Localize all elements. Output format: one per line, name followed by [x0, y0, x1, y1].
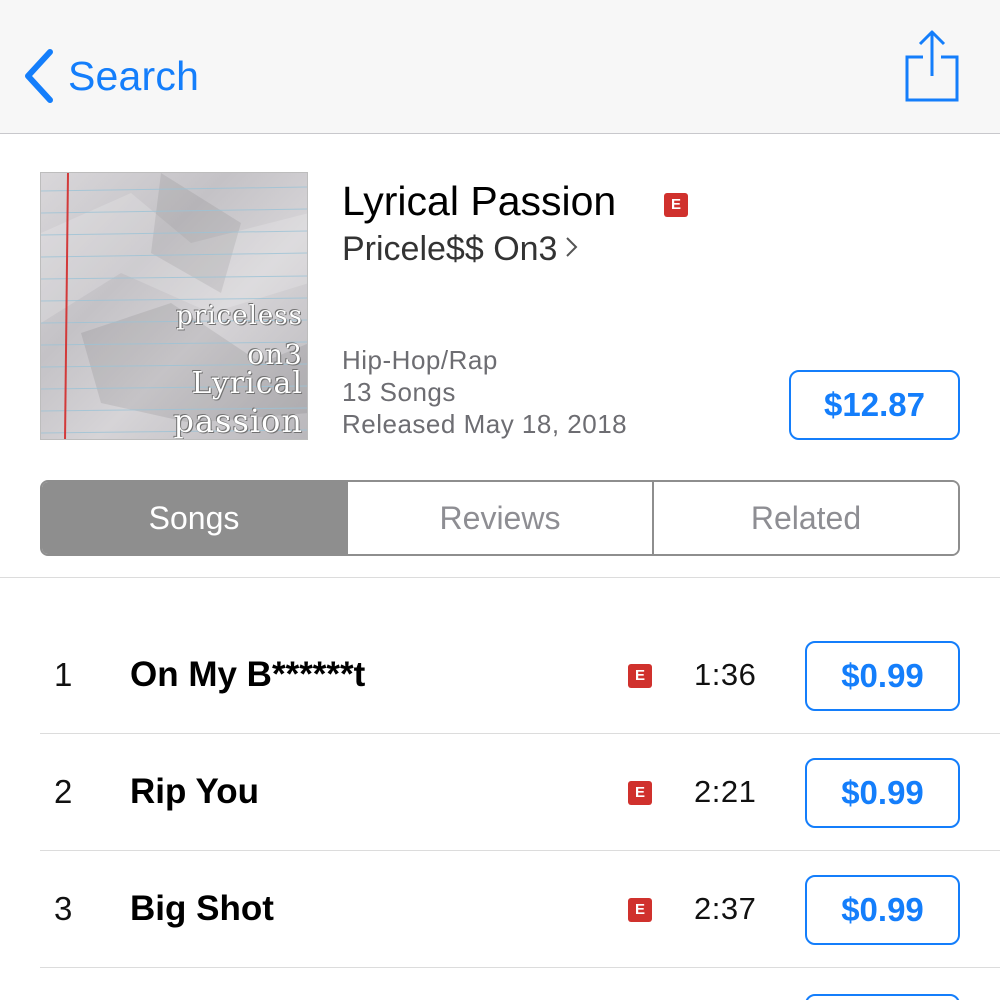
- share-button[interactable]: [902, 28, 962, 104]
- album-song-count: 13 Songs: [342, 377, 456, 407]
- explicit-badge: E: [628, 664, 652, 688]
- chevron-left-icon: [22, 48, 56, 104]
- track-row[interactable]: 3 Big Shot E 2:37 $0.99: [40, 851, 1000, 968]
- track-row[interactable]: 1 On My B******t E 1:36 $0.99: [40, 617, 1000, 734]
- album-artwork[interactable]: priceless on3 Lyrical passion: [40, 172, 308, 440]
- tab-reviews[interactable]: Reviews: [346, 482, 652, 554]
- album-genre: Hip-Hop/Rap: [342, 345, 498, 375]
- back-button[interactable]: Search: [22, 46, 199, 106]
- track-duration: 1:36: [694, 657, 757, 692]
- track-row[interactable]: 2 Rip You E 2:21 $0.99: [40, 734, 1000, 851]
- artist-link[interactable]: Pricele$$ On3: [342, 230, 579, 269]
- album-release-date: Released May 18, 2018: [342, 409, 628, 439]
- explicit-badge: E: [664, 193, 688, 217]
- segmented-control: Songs Reviews Related: [40, 480, 960, 556]
- album-title: Lyrical Passion: [342, 178, 617, 224]
- track-duration: 2:21: [694, 774, 757, 809]
- track-number: 1: [54, 656, 73, 693]
- next-buy-button-partial[interactable]: [805, 994, 960, 1000]
- artist-name: Pricele$$ On3: [342, 230, 558, 268]
- track-duration: 2:37: [694, 891, 757, 926]
- share-icon: [902, 30, 962, 108]
- explicit-badge: E: [628, 898, 652, 922]
- buy-track-button[interactable]: $0.99: [805, 641, 960, 711]
- track-title: Rip You: [130, 772, 259, 811]
- track-number: 3: [54, 890, 73, 927]
- buy-album-button[interactable]: $12.87: [789, 370, 960, 440]
- tab-songs[interactable]: Songs: [42, 482, 346, 554]
- artwork-text-line: passion: [173, 402, 303, 440]
- buy-track-button[interactable]: $0.99: [805, 875, 960, 945]
- track-title: On My B******t: [130, 655, 366, 694]
- tab-related[interactable]: Related: [652, 482, 958, 554]
- artwork-text-line: Lyrical: [191, 366, 303, 401]
- track-number: 2: [54, 773, 73, 810]
- buy-track-button[interactable]: $0.99: [805, 758, 960, 828]
- divider: [0, 577, 1000, 578]
- explicit-badge: E: [628, 781, 652, 805]
- chevron-right-icon: [565, 235, 579, 264]
- artwork-text-line: on3: [247, 338, 303, 371]
- track-title: Big Shot: [130, 889, 274, 928]
- navigation-bar: Search: [0, 0, 1000, 134]
- back-button-label: Search: [68, 52, 200, 99]
- artwork-text-line: priceless: [176, 301, 303, 331]
